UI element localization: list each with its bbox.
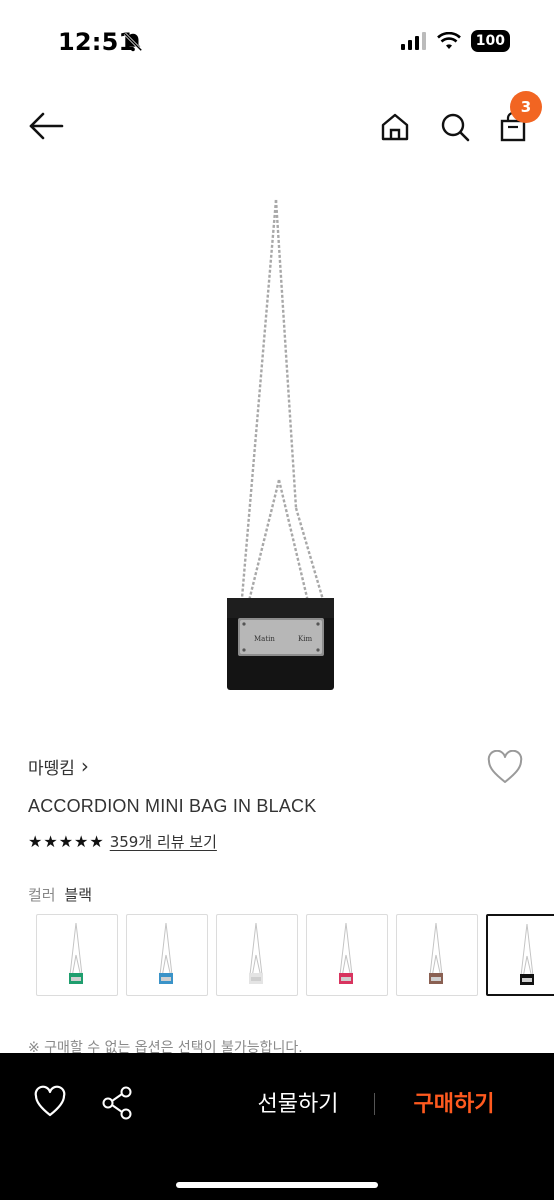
wifi-icon — [436, 32, 461, 49]
bag-body: Matin Kim — [227, 598, 334, 690]
star-icon: ★ — [89, 832, 104, 851]
share-button[interactable] — [100, 1085, 140, 1125]
cellular-signal-icon — [400, 32, 426, 50]
bottom-action-bar: 선물하기 구매하기 — [0, 1053, 554, 1200]
cart-count-badge: 3 — [510, 91, 542, 123]
swatch-thumbnail — [339, 922, 353, 984]
star-icon: ★ — [43, 832, 58, 851]
product-name: ACCORDION MINI BAG IN BLACK — [28, 796, 317, 816]
swatch-thumbnail — [520, 923, 534, 985]
button-divider — [374, 1093, 375, 1115]
bell-slash-icon — [123, 32, 143, 52]
star-icon: ★ — [58, 832, 74, 851]
swatch-thumbnail — [429, 922, 443, 984]
brand-link[interactable]: 마뗑킴 › — [28, 750, 528, 782]
wishlist-button[interactable] — [32, 1085, 72, 1125]
swatch-thumbnail — [249, 922, 263, 984]
color-swatch-green[interactable] — [36, 914, 118, 996]
gift-button[interactable]: 선물하기 — [240, 1087, 356, 1123]
color-swatch-blue[interactable] — [126, 914, 208, 996]
swatch-thumbnail — [69, 922, 83, 984]
battery-icon: 100 — [470, 30, 510, 52]
heart-icon — [34, 1085, 66, 1117]
star-rating: ★ ★ ★ ★ ★ — [28, 832, 104, 851]
product-info: 마뗑킴 › ACCORDION MINI BAG IN BLACK ★ ★ ★ … — [28, 749, 528, 852]
heart-outline-icon — [487, 749, 523, 783]
top-nav — [0, 96, 554, 156]
color-value: 블랙 — [64, 886, 92, 904]
home-button[interactable] — [374, 106, 416, 148]
share-icon — [102, 1086, 132, 1120]
color-swatch-list — [36, 914, 554, 998]
star-icon: ★ — [74, 832, 89, 851]
plate-text-left: Matin — [254, 635, 275, 643]
status-right-group: 100 — [400, 30, 510, 52]
back-arrow-icon — [29, 112, 64, 140]
rating-row: ★ ★ ★ ★ ★ 359개 리뷰 보기 — [28, 831, 528, 852]
color-swatch-pink[interactable] — [306, 914, 388, 996]
bag-chain — [240, 199, 328, 611]
brand-name: 마뗑킴 — [28, 758, 75, 779]
color-option-label: 컬러 블랙 — [28, 884, 92, 905]
color-label: 컬러 — [28, 886, 56, 904]
review-link[interactable]: 359개 리뷰 보기 — [110, 831, 217, 852]
plate-text-right: Kim — [298, 635, 312, 643]
search-icon — [441, 113, 470, 142]
status-bar: 12:51 100 — [0, 0, 554, 84]
color-swatch-black[interactable] — [486, 914, 554, 996]
home-indicator — [176, 1182, 378, 1188]
product-image[interactable]: Matin Kim — [150, 190, 404, 710]
wishlist-heart-button[interactable] — [486, 749, 524, 786]
home-icon — [381, 113, 409, 141]
search-button[interactable] — [434, 106, 476, 148]
color-swatch-brown[interactable] — [396, 914, 478, 996]
color-swatch-white[interactable] — [216, 914, 298, 996]
chevron-right-icon: › — [80, 754, 89, 778]
swatch-thumbnail — [159, 922, 173, 984]
back-button[interactable] — [24, 108, 68, 144]
star-icon: ★ — [28, 832, 43, 851]
buy-button[interactable]: 구매하기 — [396, 1087, 512, 1123]
